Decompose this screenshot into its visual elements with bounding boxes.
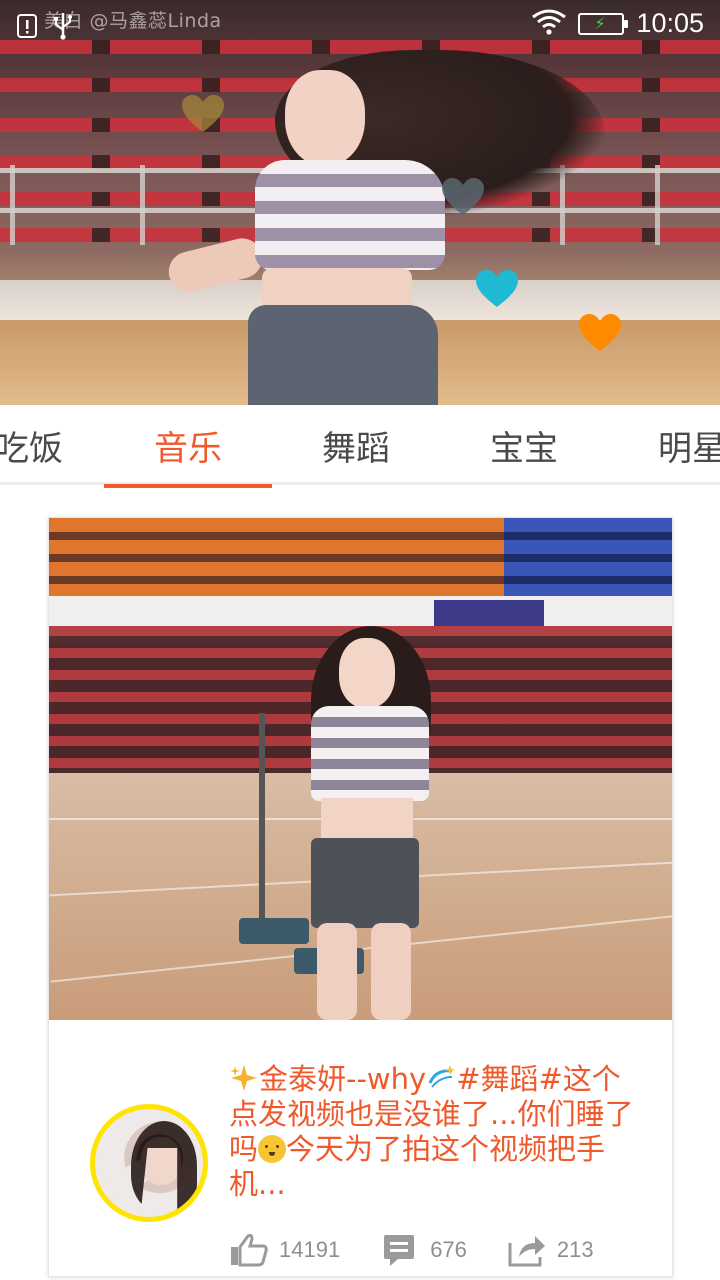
like-stat[interactable]: 14191 (229, 1233, 340, 1267)
dizzy-icon (426, 1063, 456, 1093)
thumbs-up-icon (229, 1233, 269, 1267)
notification-icon (16, 13, 38, 43)
comment-stat[interactable]: 676 (380, 1233, 467, 1267)
card-info: 金泰妍--why #舞蹈#这个点发视频也是没谁了...你们睡了吗 今天为了拍这个视… (49, 1020, 672, 1276)
description-part-3: 今天为了拍这个视频把手机... (229, 1132, 606, 1201)
status-time: 10:05 (636, 8, 704, 38)
heart-icon (577, 313, 623, 353)
tab-music[interactable]: 音乐 (104, 405, 272, 488)
engagement-stats: 14191 676 213 (229, 1230, 649, 1270)
like-count: 14191 (279, 1237, 341, 1262)
wifi-icon (532, 9, 567, 39)
category-tab-bar: 吃饭 音乐 舞蹈 宝宝 明星 (0, 405, 720, 488)
tab-baby[interactable]: 宝宝 (440, 405, 608, 485)
tab-dance[interactable]: 舞蹈 (272, 405, 440, 485)
comment-count: 676 (430, 1237, 467, 1262)
share-icon (507, 1233, 547, 1267)
sparkles-icon (229, 1063, 259, 1093)
heart-icon (474, 269, 520, 309)
heart-icon (180, 94, 226, 134)
status-bar: ⚡ 10:05 (0, 0, 720, 50)
author-avatar[interactable] (90, 1104, 208, 1222)
video-card[interactable]: 金泰妍--why #舞蹈#这个点发视频也是没谁了...你们睡了吗 今天为了拍这个视… (48, 517, 673, 1277)
tab-celebrity[interactable]: 明星 (608, 405, 720, 485)
video-thumbnail[interactable] (49, 518, 672, 1020)
video-description[interactable]: 金泰妍--why #舞蹈#这个点发视频也是没谁了...你们睡了吗 今天为了拍这个视… (229, 1062, 639, 1202)
battery-charging-icon: ⚡ (578, 12, 629, 35)
heart-icon (440, 177, 486, 217)
description-part-1: 金泰妍--why (259, 1062, 427, 1096)
share-stat[interactable]: 213 (507, 1233, 594, 1267)
tab-eating[interactable]: 吃饭 (0, 405, 113, 485)
usb-icon (52, 12, 74, 44)
hero-video[interactable]: 美白 @马鑫蕊Linda (0, 0, 720, 405)
share-count: 213 (556, 1237, 594, 1262)
smiley-face-icon (258, 1135, 287, 1163)
comment-icon (380, 1233, 420, 1267)
